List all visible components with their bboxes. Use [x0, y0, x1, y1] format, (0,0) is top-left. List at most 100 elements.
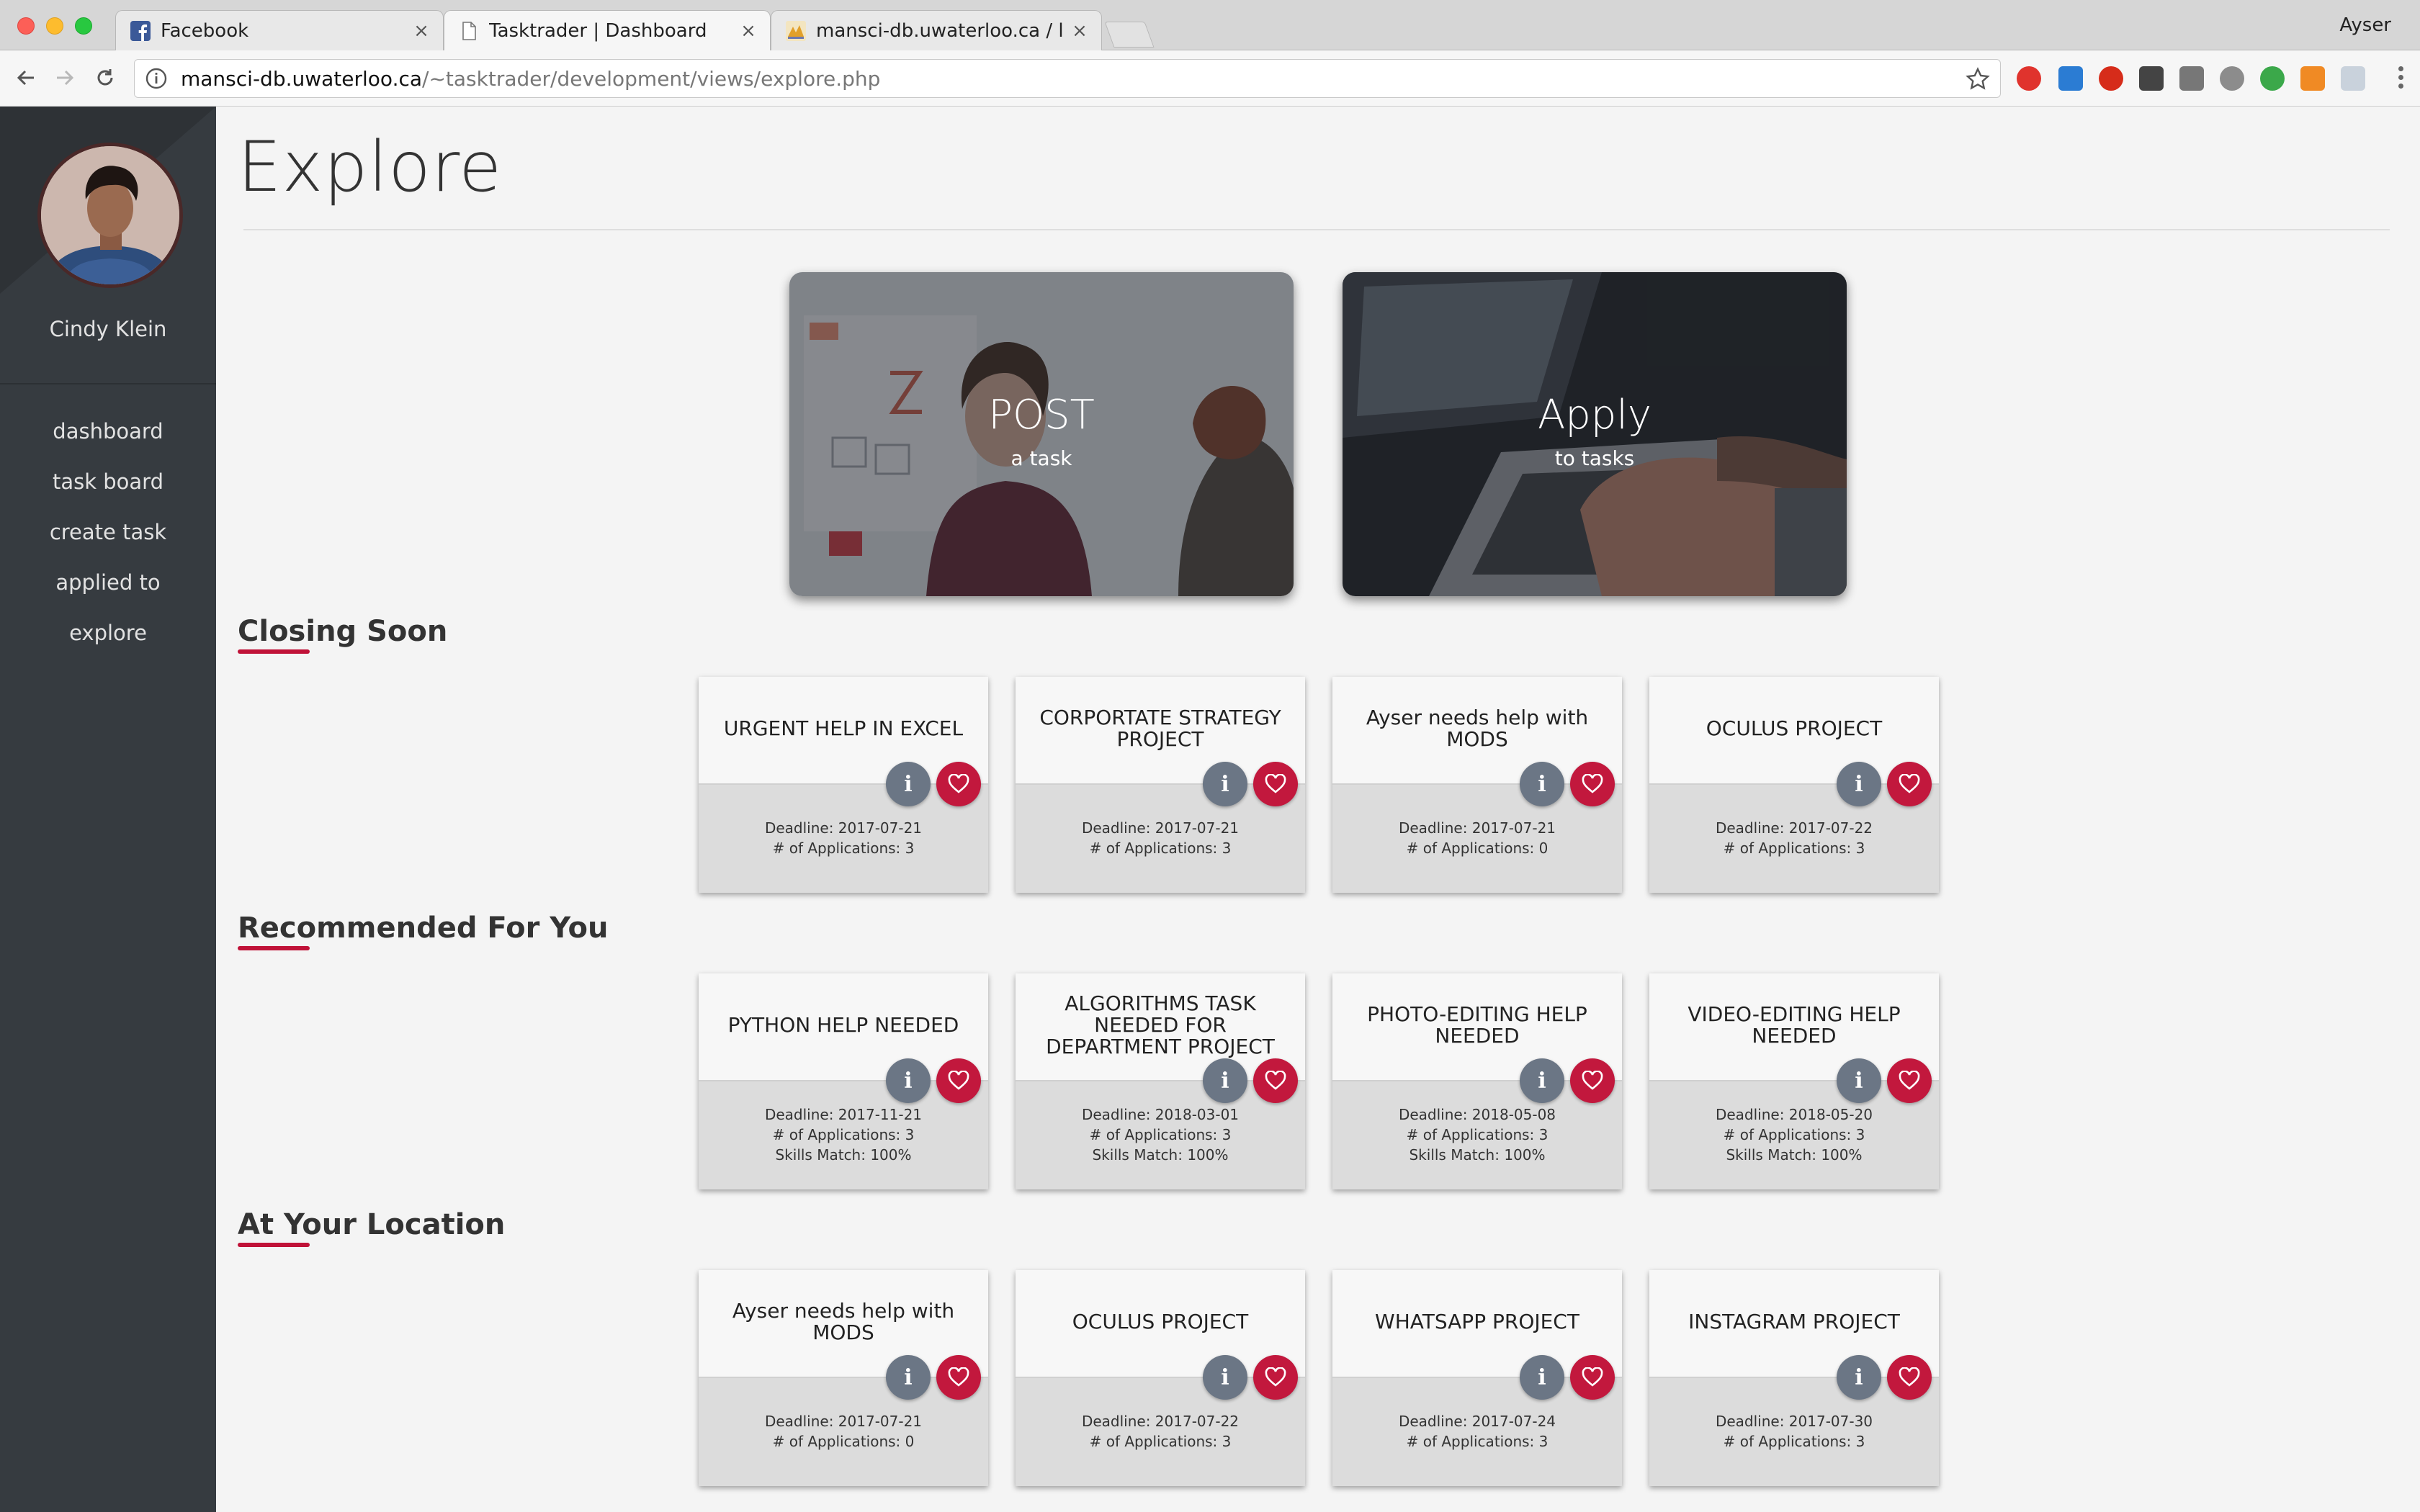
minimize-window-button[interactable] [46, 17, 63, 35]
favorite-button[interactable] [936, 1355, 981, 1400]
tab-label: mansci-db.uwaterloo.ca / localhost [816, 19, 1062, 42]
favorite-button[interactable] [936, 1058, 981, 1103]
favorite-button[interactable] [1570, 762, 1615, 806]
sidebar-item-applied-to[interactable]: applied to [0, 557, 216, 608]
browser-tab-phpmyadmin[interactable]: mansci-db.uwaterloo.ca / localhost × [771, 10, 1102, 50]
task-card[interactable]: Ayser needs help with MODS i Deadline: 2… [699, 1270, 988, 1486]
section-underline [238, 946, 310, 950]
pocket-icon[interactable] [2139, 66, 2164, 91]
info-button[interactable]: i [1520, 1355, 1564, 1400]
info-button[interactable]: i [1837, 1355, 1881, 1400]
task-applications: # of Applications: 3 [1406, 1433, 1549, 1450]
forward-button[interactable] [50, 63, 79, 92]
task-card[interactable]: VIDEO-EDITING HELP NEEDED i Deadline: 20… [1649, 973, 1939, 1189]
favorite-button[interactable] [1887, 1058, 1932, 1103]
close-tab-icon[interactable]: × [1071, 20, 1088, 42]
task-card[interactable]: PHOTO-EDITING HELP NEEDED i Deadline: 20… [1332, 973, 1622, 1189]
sidebar-item-explore[interactable]: explore [0, 608, 216, 658]
wikipedia-icon[interactable] [2179, 66, 2204, 91]
hubspot-icon[interactable] [2300, 66, 2325, 91]
task-card[interactable]: INSTAGRAM PROJECT i Deadline: 2017-07-30… [1649, 1270, 1939, 1486]
title-divider [243, 229, 2390, 230]
back-button[interactable] [12, 63, 40, 92]
close-tab-icon[interactable]: × [413, 20, 430, 42]
sidebar-item-dashboard[interactable]: dashboard [0, 406, 216, 456]
favorite-button[interactable] [1253, 1058, 1298, 1103]
favorite-button[interactable] [1253, 1355, 1298, 1400]
info-button[interactable]: i [1203, 1355, 1247, 1400]
favorite-button[interactable] [1887, 762, 1932, 806]
favorite-button[interactable] [936, 762, 981, 806]
browser-menu-icon[interactable] [2397, 66, 2404, 92]
section-underline [238, 1243, 310, 1247]
info-button[interactable]: i [1837, 1058, 1881, 1103]
browser-profile-name[interactable]: Ayser [2339, 14, 2391, 36]
dropbox-icon[interactable] [2341, 66, 2365, 91]
task-title: OCULUS PROJECT [1072, 1310, 1249, 1333]
task-card[interactable]: ALGORITHMS TASK NEEDED FOR DEPARTMENT PR… [1016, 973, 1305, 1189]
task-skills-match: Skills Match: 100% [1409, 1146, 1546, 1164]
info-button[interactable]: i [1520, 1058, 1564, 1103]
task-deadline: Deadline: 2017-07-22 [1081, 1413, 1240, 1430]
task-title: Ayser needs help with MODS [1366, 706, 1589, 751]
info-button[interactable]: i [886, 1355, 931, 1400]
phpmyadmin-icon [786, 20, 806, 41]
task-applications: # of Applications: 3 [1089, 1433, 1232, 1450]
favorite-button[interactable] [1570, 1355, 1615, 1400]
info-button[interactable]: i [886, 1058, 931, 1103]
checkmark-icon[interactable] [2260, 66, 2285, 91]
main-content: Explore POST a task Apply to tasks Closi… [216, 107, 2420, 1512]
task-card[interactable]: CORPORTATE STRATEGY PROJECT i Deadline: … [1016, 677, 1305, 893]
heart-icon [948, 1367, 969, 1387]
task-deadline: Deadline: 2017-07-21 [764, 819, 923, 837]
reload-button[interactable] [91, 63, 120, 92]
facebook-icon [130, 20, 151, 41]
sidebar-item-task-board[interactable]: task board [0, 456, 216, 507]
favorite-button[interactable] [1887, 1355, 1932, 1400]
user-name: Cindy Klein [49, 317, 167, 341]
task-title: Ayser needs help with MODS [732, 1299, 955, 1344]
opera-icon[interactable] [2099, 66, 2123, 91]
favorite-button[interactable] [1253, 762, 1298, 806]
task-card[interactable]: PYTHON HELP NEEDED i Deadline: 2017-11-2… [699, 973, 988, 1189]
task-title: PHOTO-EDITING HELP NEEDED [1367, 1002, 1587, 1048]
post-task-card[interactable]: POST a task [789, 272, 1294, 596]
sidebar-item-create-task[interactable]: create task [0, 507, 216, 557]
address-bar[interactable]: mansci-db.uwaterloo.ca/~tasktrader/devel… [134, 59, 2001, 98]
info-button[interactable]: i [1203, 762, 1247, 806]
browser-tab-facebook[interactable]: Facebook × [115, 10, 444, 50]
task-deadline: Deadline: 2017-07-21 [764, 1413, 923, 1430]
task-deadline: Deadline: 2017-07-21 [1398, 819, 1556, 837]
avatar[interactable] [37, 143, 183, 288]
gear-extension-icon[interactable] [2220, 66, 2244, 91]
browser-tab-dashboard[interactable]: Tasktrader | Dashboard × [444, 10, 771, 51]
task-deadline: Deadline: 2017-07-30 [1715, 1413, 1873, 1430]
browser-toolbar: mansci-db.uwaterloo.ca/~tasktrader/devel… [0, 50, 2420, 107]
favorite-button[interactable] [1570, 1058, 1615, 1103]
task-card[interactable]: WHATSAPP PROJECT i Deadline: 2017-07-24 #… [1332, 1270, 1622, 1486]
extension-grid-icon[interactable] [2058, 66, 2083, 91]
task-title: URGENT HELP IN EXCEL [723, 716, 964, 740]
task-card[interactable]: URGENT HELP IN EXCEL i Deadline: 2017-07… [699, 677, 988, 893]
new-tab-button[interactable] [1104, 22, 1155, 48]
task-applications: # of Applications: 3 [1723, 840, 1865, 857]
bookmark-star-icon[interactable] [1966, 67, 1990, 91]
task-card[interactable]: OCULUS PROJECT i Deadline: 2017-07-22 # o… [1016, 1270, 1305, 1486]
task-deadline: Deadline: 2017-07-24 [1398, 1413, 1556, 1430]
close-window-button[interactable] [17, 17, 35, 35]
apply-tasks-subheading: to tasks [1554, 446, 1635, 470]
info-button[interactable]: i [886, 762, 931, 806]
task-card[interactable]: Ayser needs help with MODS i Deadline: 2… [1332, 677, 1622, 893]
task-skills-match: Skills Match: 100% [1092, 1146, 1229, 1164]
apply-to-tasks-card[interactable]: Apply to tasks [1343, 272, 1847, 596]
info-icon[interactable] [145, 67, 168, 90]
info-button[interactable]: i [1520, 762, 1564, 806]
info-button[interactable]: i [1203, 1058, 1247, 1103]
close-tab-icon[interactable]: × [740, 20, 757, 42]
task-card[interactable]: OCULUS PROJECT i Deadline: 2017-07-22 # o… [1649, 677, 1939, 893]
heart-icon [1582, 774, 1603, 793]
info-button[interactable]: i [1837, 762, 1881, 806]
zoom-window-button[interactable] [75, 17, 92, 35]
section-title-at-your-location: At Your Location [238, 1208, 506, 1241]
adblock-plus-icon[interactable] [2017, 66, 2041, 91]
